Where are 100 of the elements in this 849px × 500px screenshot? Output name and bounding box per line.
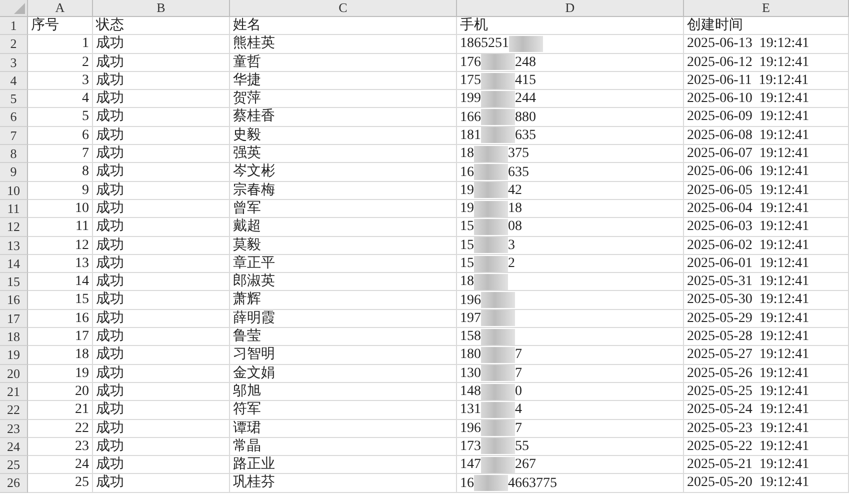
- table-cell: 2025-06-07 19:12:41: [684, 145, 849, 164]
- row-header[interactable]: 19: [0, 346, 28, 365]
- phone-fragment: 42: [508, 182, 522, 199]
- row-header[interactable]: 16: [0, 291, 28, 310]
- table-cell: 2025-05-27 19:12:41: [684, 346, 849, 365]
- table-cell: 2025-05-30 19:12:41: [684, 291, 849, 310]
- column-header[interactable]: B: [93, 0, 230, 17]
- table-cell: 史毅: [230, 126, 457, 146]
- phone-fragment: 176: [460, 54, 481, 71]
- row-header[interactable]: 12: [0, 218, 28, 237]
- row-header[interactable]: 23: [0, 420, 28, 438]
- row-header[interactable]: 1: [0, 17, 28, 36]
- table-cell: 成功: [93, 236, 230, 255]
- table-cell: 蔡桂香: [230, 108, 457, 127]
- table-cell: 2025-05-25 19:12:41: [684, 382, 849, 402]
- table-cell: 21: [28, 401, 93, 420]
- table-cell: 19: [28, 364, 93, 383]
- table-cell: 萧辉: [230, 291, 457, 310]
- phone-fragment: 158: [460, 328, 481, 346]
- row-header[interactable]: 24: [0, 438, 28, 456]
- phone-fragment: 130: [460, 364, 481, 382]
- phone-fragment: 7: [515, 346, 522, 364]
- table-cell: 创建时间: [684, 17, 849, 36]
- table-cell: 章正平: [230, 254, 457, 274]
- phone-fragment: 2: [508, 255, 515, 272]
- row-header[interactable]: 6: [0, 108, 28, 127]
- redaction-mosaic: [481, 72, 515, 89]
- table-cell: 2025-05-22 19:12:41: [684, 438, 849, 456]
- table-cell: 成功: [93, 90, 230, 108]
- phone-fragment: 248: [515, 54, 536, 71]
- row-header[interactable]: 21: [0, 382, 28, 402]
- phone-fragment: 7: [515, 364, 522, 382]
- row-header[interactable]: 26: [0, 474, 28, 494]
- table-cell: 6: [28, 126, 93, 146]
- row-header[interactable]: 5: [0, 90, 28, 108]
- row-header[interactable]: 9: [0, 163, 28, 182]
- phone-fragment: 15: [460, 236, 474, 254]
- row-header[interactable]: 13: [0, 236, 28, 255]
- table-cell: 4: [28, 90, 93, 108]
- row-header[interactable]: 2: [0, 35, 28, 54]
- table-cell: 手机: [457, 17, 684, 36]
- table-cell: 成功: [93, 456, 230, 474]
- table-cell: 2025-05-24 19:12:41: [684, 401, 849, 420]
- table-cell: 状态: [93, 17, 230, 36]
- column-header[interactable]: A: [28, 0, 93, 17]
- table-cell: 成功: [93, 72, 230, 90]
- table-cell: 16: [28, 310, 93, 328]
- row-header[interactable]: 4: [0, 72, 28, 90]
- table-cell: 成功: [93, 401, 230, 420]
- table-cell: 序号: [28, 17, 93, 36]
- table-cell: 3: [28, 72, 93, 90]
- table-cell: 2025-06-05 19:12:41: [684, 182, 849, 200]
- phone-fragment: 180: [460, 346, 481, 364]
- row-header[interactable]: 22: [0, 401, 28, 420]
- phone-fragment: 131: [460, 401, 481, 418]
- phone-fragment: 55: [515, 438, 529, 455]
- table-cell: 8: [28, 163, 93, 182]
- table-cell: 20: [28, 382, 93, 402]
- row-header[interactable]: 8: [0, 145, 28, 164]
- row-header[interactable]: 3: [0, 54, 28, 72]
- row-header[interactable]: 25: [0, 456, 28, 474]
- redaction-mosaic: [481, 127, 515, 144]
- column-header[interactable]: D: [457, 0, 684, 17]
- table-cell: 2025-05-31 19:12:41: [684, 273, 849, 292]
- table-cell: 戴超: [230, 218, 457, 237]
- row-header[interactable]: 14: [0, 254, 28, 274]
- table-cell: 成功: [93, 364, 230, 383]
- table-cell: 2025-06-01 19:12:41: [684, 254, 849, 274]
- row-header[interactable]: 10: [0, 182, 28, 200]
- table-cell: 10: [28, 200, 93, 218]
- phone-fragment: 16: [460, 164, 474, 181]
- table-cell: 17: [28, 328, 93, 346]
- table-cell: 成功: [93, 54, 230, 72]
- redaction-mosaic: [481, 346, 515, 363]
- table-cell: 邬旭: [230, 382, 457, 402]
- column-header[interactable]: E: [684, 0, 849, 17]
- table-cell: 2025-06-10 19:12:41: [684, 90, 849, 108]
- table-cell: 成功: [93, 328, 230, 346]
- phone-fragment: 147: [460, 456, 481, 474]
- table-cell: 2025-05-29 19:12:41: [684, 310, 849, 328]
- redaction-mosaic: [474, 274, 508, 290]
- row-header[interactable]: 17: [0, 310, 28, 328]
- column-header[interactable]: C: [230, 0, 457, 17]
- row-header[interactable]: 20: [0, 364, 28, 383]
- table-cell: 金文娟: [230, 364, 457, 383]
- phone-fragment: 0: [515, 383, 522, 400]
- table-cell: 成功: [93, 163, 230, 182]
- table-cell: 1: [28, 35, 93, 54]
- phone-fragment: 197: [460, 310, 481, 327]
- redaction-mosaic: [474, 182, 508, 198]
- row-header[interactable]: 11: [0, 200, 28, 218]
- redaction-mosaic: [481, 438, 515, 454]
- table-cell: 成功: [93, 420, 230, 438]
- row-header[interactable]: 18: [0, 328, 28, 346]
- table-cell: 成功: [93, 200, 230, 218]
- row-header[interactable]: 7: [0, 126, 28, 146]
- phone-fragment: 880: [515, 108, 536, 126]
- table-cell: 成功: [93, 474, 230, 494]
- row-header[interactable]: 15: [0, 273, 28, 292]
- redaction-mosaic: [481, 54, 515, 70]
